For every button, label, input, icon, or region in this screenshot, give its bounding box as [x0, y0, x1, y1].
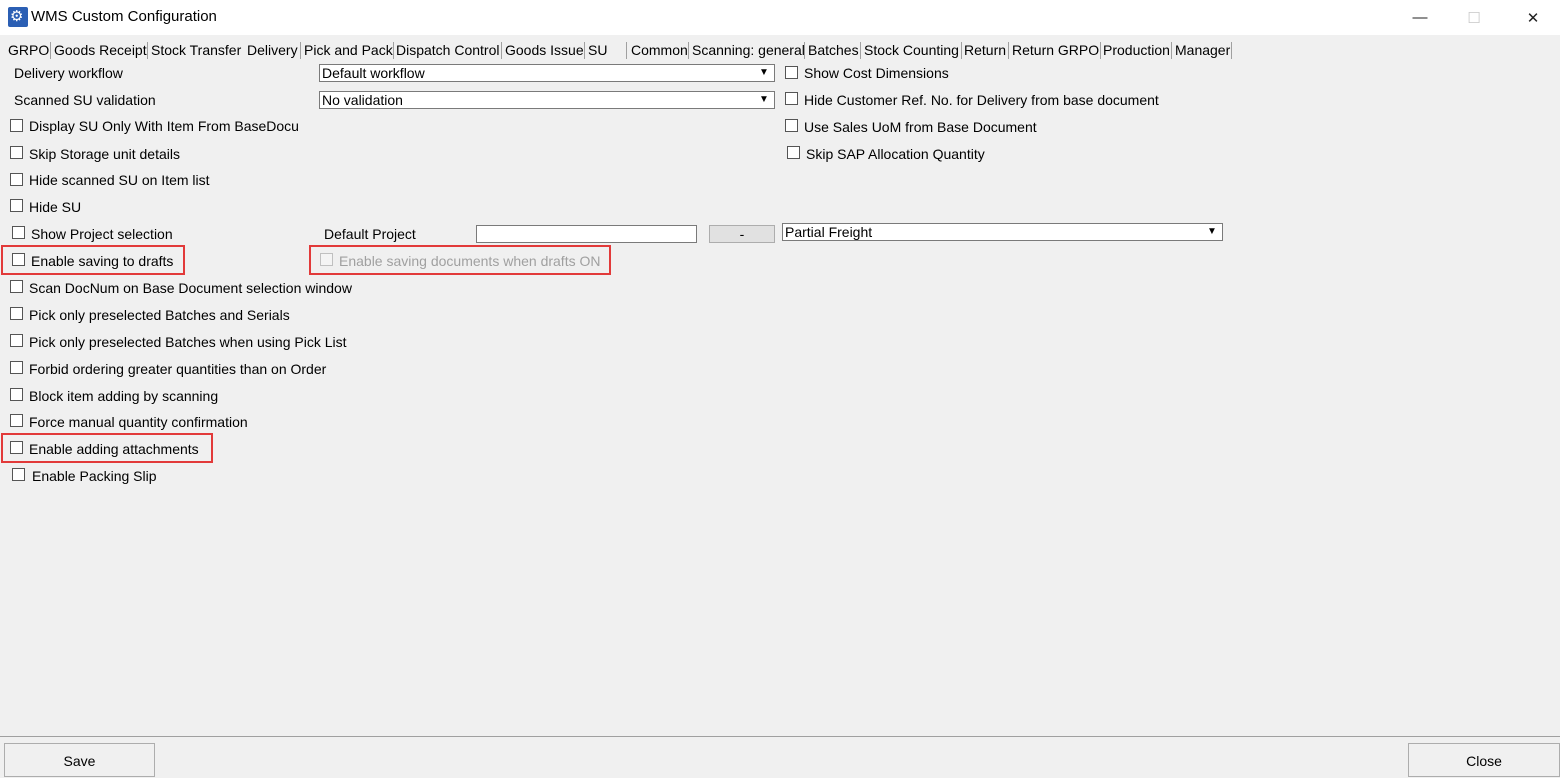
checkbox-show-cost-dimensions[interactable]	[785, 66, 798, 79]
use-sales-uom-label: Use Sales UoM from Base Document	[804, 119, 1037, 135]
scanned-su-validation-label: Scanned SU validation	[14, 92, 156, 108]
force-manual-quantity-label: Force manual quantity confirmation	[29, 414, 248, 430]
tab-grpo[interactable]: GRPO	[8, 39, 49, 61]
checkbox-use-sales-uom[interactable]	[785, 119, 798, 132]
default-project-label: Default Project	[324, 226, 416, 242]
checkbox-force-manual-quantity[interactable]	[10, 414, 23, 427]
display-su-only-label: Display SU Only With Item From BaseDocu	[29, 118, 299, 134]
freight-select[interactable]: Partial Freight ▼	[782, 223, 1223, 241]
tab-common[interactable]: Common	[631, 39, 688, 61]
delivery-workflow-value: Default workflow	[322, 65, 425, 81]
enable-saving-drafts-label: Enable saving to drafts	[31, 253, 174, 269]
checkbox-enable-adding-attachments[interactable]	[10, 441, 23, 454]
hide-scanned-su-label: Hide scanned SU on Item list	[29, 172, 210, 188]
checkbox-show-project-selection[interactable]	[12, 226, 25, 239]
tab-return[interactable]: Return	[964, 39, 1006, 61]
skip-sap-allocation-label: Skip SAP Allocation Quantity	[806, 146, 985, 162]
checkbox-enable-saving-drafts[interactable]	[12, 253, 25, 266]
title-bar: ⚙ WMS Custom Configuration — ☐ ✕	[0, 0, 1560, 35]
tab-dispatch-control[interactable]: Dispatch Control	[396, 39, 500, 61]
chevron-down-icon[interactable]: ▼	[756, 66, 772, 80]
delivery-workflow-label: Delivery workflow	[14, 65, 123, 81]
checkbox-enable-saving-documents-drafts-on[interactable]	[320, 253, 333, 266]
tab-delivery[interactable]: Delivery	[247, 39, 298, 61]
tab-batches[interactable]: Batches	[808, 39, 859, 61]
tab-pick-and-pack[interactable]: Pick and Pack	[304, 39, 393, 61]
project-picker-button[interactable]: -	[709, 225, 775, 243]
maximize-button[interactable]: ☐	[1451, 0, 1497, 35]
gear-icon: ⚙	[8, 7, 28, 27]
skip-storage-unit-label: Skip Storage unit details	[29, 146, 180, 162]
tab-goods-receipt[interactable]: Goods Receipt	[54, 39, 147, 61]
save-button[interactable]: Save	[4, 743, 155, 777]
scanned-su-validation-value: No validation	[322, 92, 403, 108]
tab-return-grpo[interactable]: Return GRPO	[1012, 39, 1099, 61]
hide-su-label: Hide SU	[29, 199, 82, 215]
tab-manager[interactable]: Manager	[1175, 39, 1230, 61]
show-cost-dimensions-label: Show Cost Dimensions	[804, 65, 949, 81]
enable-packing-slip-label: Enable Packing Slip	[32, 468, 157, 484]
tab-stock-counting[interactable]: Stock Counting	[864, 39, 959, 61]
checkbox-hide-scanned-su[interactable]	[10, 173, 23, 186]
checkbox-scan-docnum[interactable]	[10, 280, 23, 293]
tab-stock-transfer[interactable]: Stock Transfer	[151, 39, 241, 61]
enable-saving-documents-drafts-on-label: Enable saving documents when drafts ON	[339, 253, 601, 269]
close-button[interactable]: Close	[1408, 743, 1560, 777]
checkbox-block-item-adding[interactable]	[10, 388, 23, 401]
minimize-button[interactable]: —	[1397, 0, 1443, 35]
hide-customer-ref-label: Hide Customer Ref. No. for Delivery from…	[804, 92, 1159, 108]
chevron-down-icon[interactable]: ▼	[756, 93, 772, 107]
footer-divider	[0, 736, 1560, 737]
checkbox-enable-packing-slip[interactable]	[12, 468, 25, 481]
chevron-down-icon[interactable]: ▼	[1204, 225, 1220, 239]
tab-su[interactable]: SU	[588, 39, 607, 61]
checkbox-pick-preselected-batches-serials[interactable]	[10, 307, 23, 320]
checkbox-display-su-only[interactable]	[10, 119, 23, 132]
freight-value: Partial Freight	[785, 224, 873, 240]
block-item-adding-label: Block item adding by scanning	[29, 388, 219, 404]
tab-scanning-general[interactable]: Scanning: general	[692, 39, 805, 61]
checkbox-skip-sap-allocation[interactable]	[787, 146, 800, 159]
tab-production[interactable]: Production	[1103, 39, 1170, 61]
delivery-workflow-select[interactable]: Default workflow ▼	[319, 64, 775, 82]
window-title: WMS Custom Configuration	[31, 8, 217, 25]
checkbox-hide-customer-ref[interactable]	[785, 92, 798, 105]
checkbox-pick-preselected-batches-pick-list[interactable]	[10, 334, 23, 347]
default-project-input[interactable]	[476, 225, 697, 243]
checkbox-skip-storage-unit[interactable]	[10, 146, 23, 159]
checkbox-hide-su[interactable]	[10, 199, 23, 212]
pick-preselected-batches-pick-list-label: Pick only preselected Batches when using…	[29, 334, 347, 350]
tab-goods-issue[interactable]: Goods Issue	[505, 39, 584, 61]
show-project-selection-label: Show Project selection	[31, 226, 173, 242]
enable-adding-attachments-label: Enable adding attachments	[29, 441, 199, 457]
scan-docnum-label: Scan DocNum on Base Document selection w…	[29, 280, 352, 296]
forbid-ordering-greater-label: Forbid ordering greater quantities than …	[29, 361, 327, 377]
pick-preselected-batches-serials-label: Pick only preselected Batches and Serial…	[29, 307, 290, 323]
checkbox-forbid-ordering-greater[interactable]	[10, 361, 23, 374]
close-window-button[interactable]: ✕	[1510, 0, 1556, 35]
scanned-su-validation-select[interactable]: No validation ▼	[319, 91, 775, 109]
tab-strip: GRPO Goods Receipt Stock Transfer Delive…	[0, 39, 1560, 61]
